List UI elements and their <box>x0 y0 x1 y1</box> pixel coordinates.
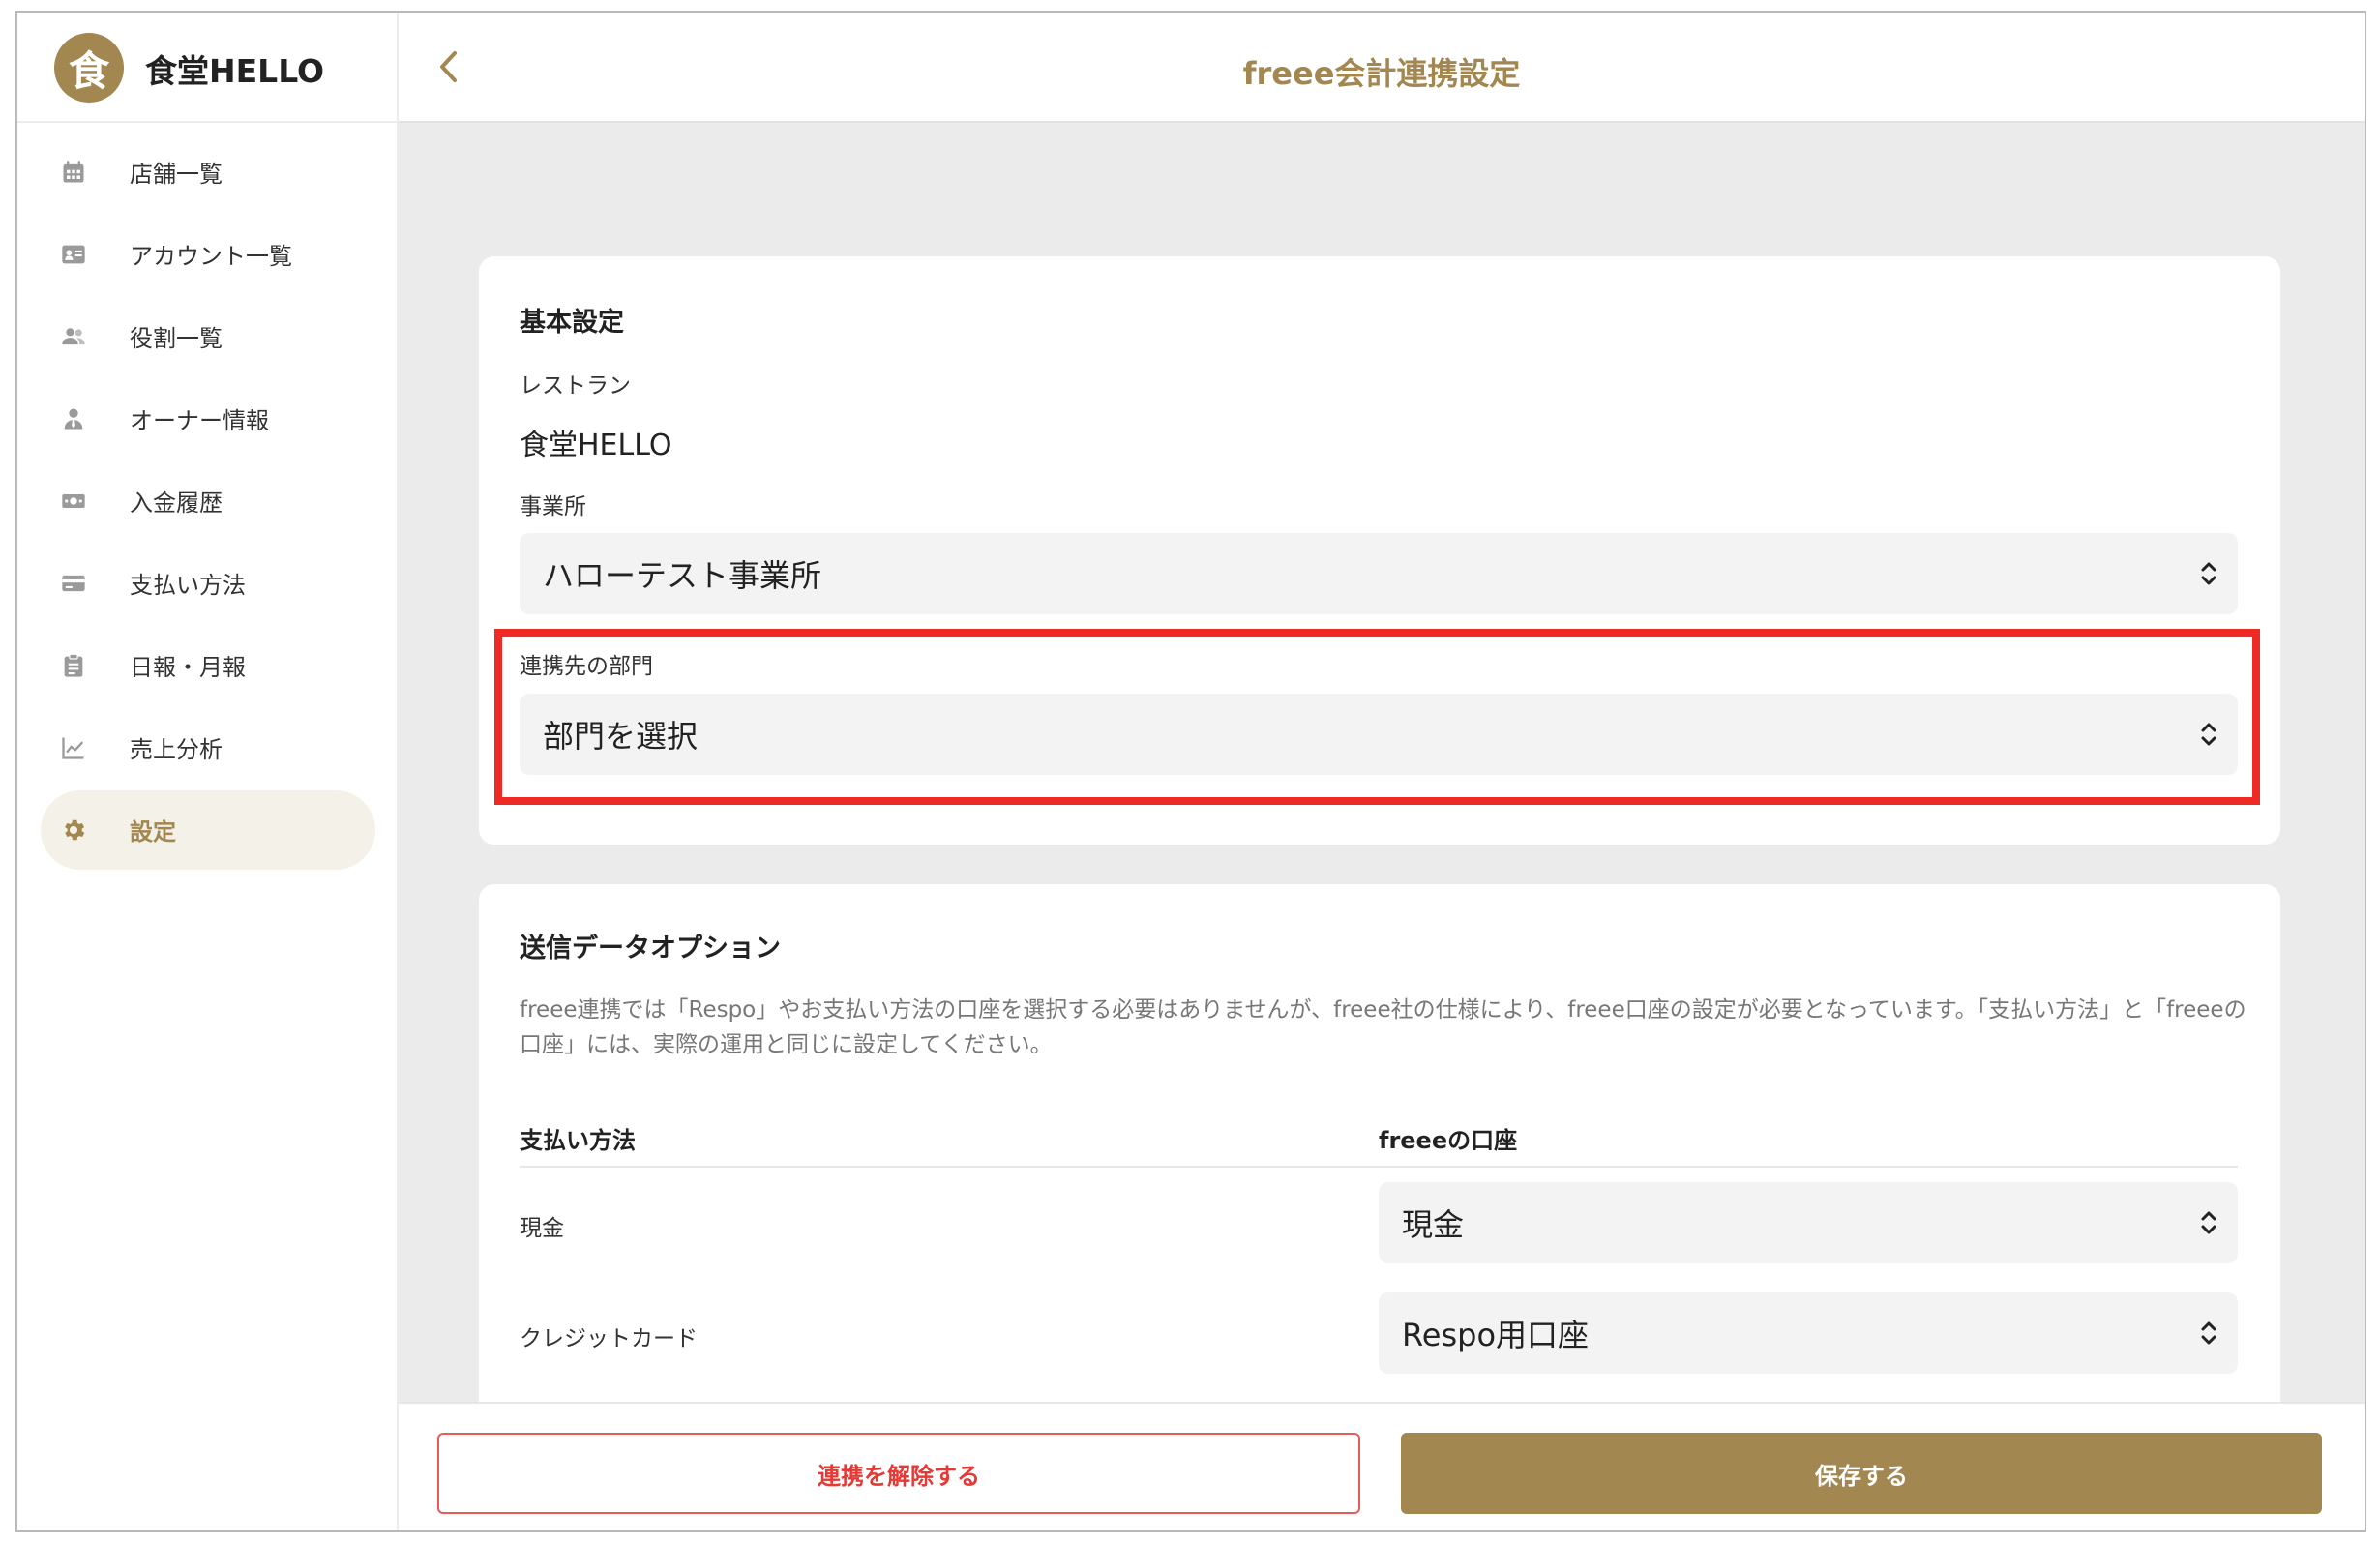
sidebar-nav: 店舗一覧 アカウント一覧 役割一覧 オーナー情報 入金履歴 支払い方法 日報・月… <box>17 131 397 871</box>
payment-method-label: クレジットカード <box>520 1326 698 1351</box>
action-footer: 連携を解除する 保存する <box>399 1402 2365 1530</box>
sidebar-item-label: アカウント一覧 <box>130 243 292 270</box>
send-options-title: 送信データオプション <box>520 934 781 964</box>
office-label: 事業所 <box>520 494 586 519</box>
brand-name: 食堂HELLO <box>145 52 325 90</box>
department-select-value: 部門を選択 <box>543 718 699 755</box>
office-select[interactable]: ハローテスト事業所 <box>520 533 2238 614</box>
account-select-value: Respo用口座 <box>1402 1317 1590 1353</box>
basic-settings-title: 基本設定 <box>520 308 624 338</box>
send-options-card: 送信データオプション freee連携では「Respo」やお支払い方法の口座を選択… <box>479 884 2280 1402</box>
sidebar-item-roles[interactable]: 役割一覧 <box>17 295 397 377</box>
owner-icon <box>60 405 87 432</box>
id-card-icon <box>60 241 87 268</box>
restaurant-label: レストラン <box>520 373 631 399</box>
select-arrows-icon <box>2201 1211 2216 1234</box>
select-arrows-icon <box>2201 562 2216 585</box>
sidebar-item-owner[interactable]: オーナー情報 <box>17 377 397 460</box>
line-chart-icon <box>60 734 87 761</box>
page-title: freee会計連携設定 <box>1242 55 1521 92</box>
basic-settings-card: 基本設定 レストラン 食堂HELLO 事業所 ハローテスト事業所 連携先の部門 … <box>479 256 2280 845</box>
sidebar-item-label: 売上分析 <box>130 736 223 763</box>
calendar-icon <box>60 159 87 186</box>
sidebar-item-label: 支払い方法 <box>130 572 246 599</box>
active-indicator <box>41 790 375 870</box>
sidebar-item-label: 店舗一覧 <box>130 161 223 188</box>
payment-method-label: 現金 <box>520 1216 564 1241</box>
brand: 食 食堂HELLO <box>17 13 397 123</box>
department-label: 連携先の部門 <box>520 654 653 679</box>
credit-card-icon <box>60 570 87 597</box>
save-button[interactable]: 保存する <box>1401 1433 2322 1514</box>
top-bar: freee会計連携設定 <box>399 13 2365 123</box>
account-select-credit-card[interactable]: Respo用口座 <box>1379 1292 2238 1374</box>
payment-account-table-header: 支払い方法 freeeの口座 <box>520 1121 2238 1168</box>
send-options-description: freee連携では「Respo」やお支払い方法の口座を選択する必要はありませんが… <box>520 997 2246 1057</box>
sidebar-item-sales-analysis[interactable]: 売上分析 <box>17 706 397 788</box>
brand-logo: 食 <box>54 33 124 103</box>
account-select-value: 現金 <box>1402 1206 1465 1243</box>
sidebar-item-stores[interactable]: 店舗一覧 <box>17 131 397 213</box>
sidebar-item-label: 設定 <box>130 818 176 845</box>
account-select-cash[interactable]: 現金 <box>1379 1182 2238 1263</box>
select-arrows-icon <box>2201 1321 2216 1345</box>
sidebar-item-label: オーナー情報 <box>130 407 269 434</box>
sidebar-item-label: 役割一覧 <box>130 325 223 352</box>
unlink-button[interactable]: 連携を解除する <box>437 1433 1360 1514</box>
department-select[interactable]: 部門を選択 <box>520 694 2238 775</box>
main-area: freee会計連携設定 基本設定 レストラン 食堂HELLO 事業所 ハローテス… <box>399 13 2365 1530</box>
sidebar-item-accounts[interactable]: アカウント一覧 <box>17 213 397 295</box>
sidebar-item-reports[interactable]: 日報・月報 <box>17 624 397 706</box>
sidebar-item-label: 入金履歴 <box>130 489 223 517</box>
restaurant-value: 食堂HELLO <box>520 429 672 462</box>
money-icon <box>60 488 87 515</box>
office-select-value: ハローテスト事業所 <box>543 557 822 594</box>
app-window: 食 食堂HELLO 店舗一覧 アカウント一覧 役割一覧 オーナー情報 入金履歴 … <box>15 11 2366 1532</box>
column-payment-method: 支払い方法 <box>520 1127 636 1154</box>
select-arrows-icon <box>2201 723 2216 746</box>
sidebar-item-payment-methods[interactable]: 支払い方法 <box>17 542 397 624</box>
sidebar-item-label: 日報・月報 <box>130 654 246 681</box>
column-freee-account: freeeの口座 <box>1379 1127 1518 1154</box>
clipboard-icon <box>60 652 87 679</box>
sidebar-item-settings[interactable]: 設定 <box>17 788 397 871</box>
gear-icon <box>60 816 87 844</box>
sidebar: 食 食堂HELLO 店舗一覧 アカウント一覧 役割一覧 オーナー情報 入金履歴 … <box>17 13 399 1530</box>
content-scroll-area[interactable]: 基本設定 レストラン 食堂HELLO 事業所 ハローテスト事業所 連携先の部門 … <box>399 125 2365 1402</box>
sidebar-item-deposits[interactable]: 入金履歴 <box>17 460 397 542</box>
users-icon <box>60 323 87 350</box>
